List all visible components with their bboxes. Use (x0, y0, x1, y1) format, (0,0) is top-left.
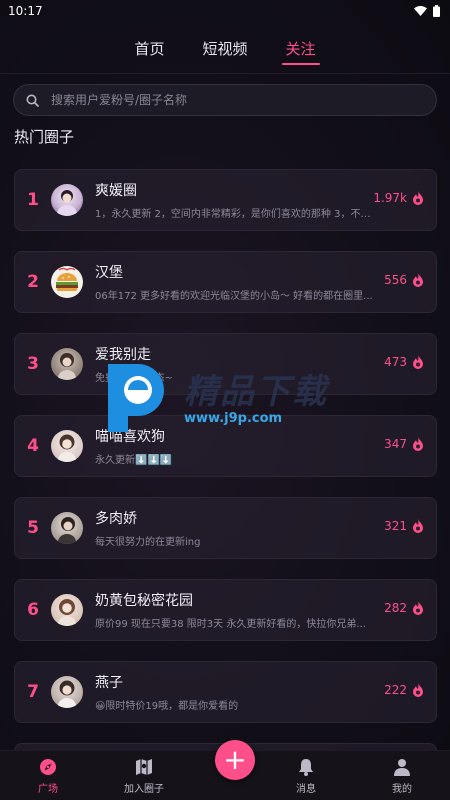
heat-count: 1.97k (373, 191, 424, 205)
circle-desc: 😀限时特价19哦，都是你爱看的 (95, 701, 239, 712)
circle-item[interactable]: 1 爽媛圈 1，永久更新 2，空间内非常精彩，是你们喜欢的那种 3，不要... … (14, 169, 437, 231)
search-icon (26, 94, 39, 107)
circle-name: 喵喵喜欢狗 (95, 429, 165, 445)
bell-icon (299, 758, 313, 776)
status-time: 10:17 (8, 4, 43, 18)
compass-icon (40, 758, 56, 775)
top-tabs: 首页 短视频 关注 (0, 30, 450, 70)
nav-plaza[interactable]: 广场 (8, 757, 88, 795)
circle-rank: 3 (27, 354, 39, 374)
circle-rank: 2 (27, 272, 39, 292)
circle-desc: 06年172 更多好看的欢迎光临汉堡的小岛～ 好看的都在圈里... (95, 291, 373, 302)
status-bar: 10:17 (0, 0, 450, 22)
circle-item[interactable]: 7 燕子 😀限时特价19哦，都是你爱看的 222 (14, 661, 437, 723)
circle-desc: 免费...生活动态~ (95, 373, 173, 384)
battery-icon (433, 5, 440, 17)
tab-follow[interactable]: 关注 (281, 30, 320, 70)
flame-icon (413, 601, 423, 615)
heat-count: 282 (384, 601, 424, 615)
user-icon (394, 758, 410, 776)
circle-list: 1 爽媛圈 1，永久更新 2，空间内非常精彩，是你们喜欢的那种 3，不要... … (14, 169, 437, 755)
nav-profile-label: 我的 (392, 783, 412, 795)
circle-item[interactable]: 6 奶黄包秘密花园 原价99 现在只要38 限时3天 永久更新好看的，快拉你兄弟… (14, 579, 437, 641)
status-icons (414, 5, 440, 17)
heat-count: 222 (384, 683, 424, 697)
tabs-divider (0, 73, 450, 74)
heat-count: 556 (384, 273, 424, 287)
nav-plaza-label: 广场 (38, 783, 58, 795)
circle-rank: 6 (27, 600, 39, 620)
circle-desc: 永久更新⬇️⬇️⬇️ (95, 455, 173, 466)
circle-rank: 1 (27, 190, 39, 210)
flame-icon (413, 355, 423, 369)
circle-item[interactable]: 2 汉堡 06年172 更多好看的欢迎光临汉堡的小岛～ 好看的都在圈里... 5… (14, 251, 437, 313)
search-bar[interactable] (13, 84, 437, 116)
circle-name: 爽媛圈 (95, 183, 137, 199)
circle-rank: 5 (27, 518, 39, 538)
wifi-icon (414, 6, 427, 16)
avatar (51, 348, 83, 380)
circle-name: 爱我别走 (95, 347, 151, 363)
avatar (51, 266, 83, 298)
nav-profile[interactable]: 我的 (362, 757, 442, 795)
flame-icon (413, 437, 423, 451)
avatar (51, 430, 83, 462)
circle-name: 燕子 (95, 675, 123, 691)
circle-desc: 每天很努力的在更新ing (95, 537, 201, 548)
circle-name: 多肉娇 (95, 511, 137, 527)
flame-icon (413, 519, 423, 533)
circle-item[interactable]: 3 爱我别走 免费...生活动态~ 473 (14, 333, 437, 395)
avatar (51, 512, 83, 544)
circle-rank: 7 (27, 682, 39, 702)
heat-count: 321 (384, 519, 424, 533)
circle-item[interactable]: 4 喵喵喜欢狗 永久更新⬇️⬇️⬇️ 347 (14, 415, 437, 477)
section-title: 热门圈子 (14, 128, 75, 146)
create-button[interactable]: + (215, 740, 255, 780)
map-icon (136, 758, 152, 775)
flame-icon (413, 683, 423, 697)
circle-desc: 原价99 现在只要38 限时3天 永久更新好看的，快拉你兄弟... (95, 619, 366, 630)
circle-name: 汉堡 (95, 265, 123, 281)
heat-count: 473 (384, 355, 424, 369)
flame-icon (413, 273, 423, 287)
nav-messages-label: 消息 (296, 783, 316, 795)
circle-item[interactable]: 5 多肉娇 每天很努力的在更新ing 321 (14, 497, 437, 559)
avatar (51, 184, 83, 216)
nav-join-circle-label: 加入圈子 (124, 783, 164, 795)
flame-icon (413, 191, 423, 205)
tab-short-video[interactable]: 短视频 (202, 30, 247, 70)
search-input[interactable] (51, 93, 411, 107)
nav-messages[interactable]: 消息 (266, 757, 346, 795)
circle-name: 奶黄包秘密花园 (95, 593, 193, 609)
avatar (51, 594, 83, 626)
tab-home[interactable]: 首页 (134, 30, 164, 70)
avatar (51, 676, 83, 708)
nav-join-circle[interactable]: 加入圈子 (104, 757, 184, 795)
circle-rank: 4 (27, 436, 39, 456)
heat-count: 347 (384, 437, 424, 451)
circle-desc: 1，永久更新 2，空间内非常精彩，是你们喜欢的那种 3，不要... (95, 209, 375, 220)
